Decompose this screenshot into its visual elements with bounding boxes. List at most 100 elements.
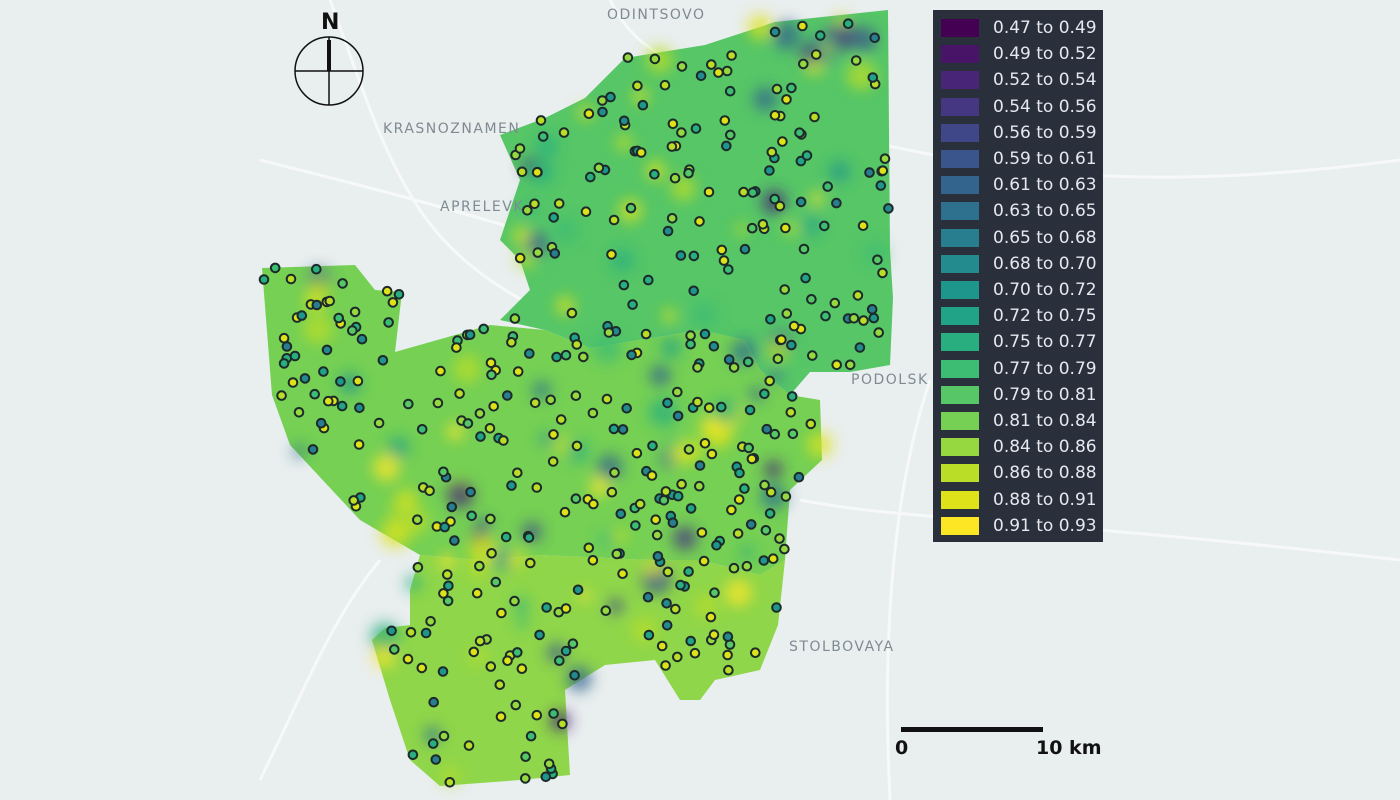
sample-point — [486, 369, 497, 381]
sample-point — [829, 297, 841, 309]
sample-point — [498, 435, 509, 446]
sample-point — [726, 504, 737, 516]
interpolation-spot — [764, 460, 783, 479]
sample-point — [402, 653, 414, 665]
sample-point — [798, 58, 809, 70]
legend-label: 0.61 to 0.63 — [993, 175, 1097, 196]
sample-point — [466, 510, 478, 522]
sample-point — [615, 508, 627, 520]
interpolation-spot — [512, 226, 531, 245]
sample-point — [269, 262, 281, 274]
sample-point — [672, 386, 683, 398]
scale-bar-end-label: 10 km — [1036, 737, 1102, 759]
sample-point — [618, 115, 630, 127]
sample-point — [307, 444, 319, 455]
sample-point — [831, 197, 842, 209]
sample-point — [765, 486, 777, 498]
sample-point — [490, 576, 502, 588]
interpolation-spot — [453, 355, 481, 383]
sample-point — [695, 70, 707, 82]
sample-point — [454, 388, 465, 399]
sample-point — [543, 758, 555, 770]
interpolation-spot — [506, 549, 526, 568]
sample-point — [548, 212, 560, 223]
sample-point — [428, 696, 440, 708]
sample-point — [676, 478, 687, 490]
sample-point — [698, 555, 710, 567]
sample-point — [642, 591, 654, 603]
map-canvas[interactable] — [0, 0, 1400, 800]
sample-point — [810, 49, 822, 60]
sample-point — [670, 603, 681, 615]
sample-point — [764, 375, 776, 387]
sample-point — [558, 127, 570, 138]
sample-point — [611, 548, 623, 560]
sample-point — [699, 438, 711, 449]
map-view[interactable]: ODINTSOVO KRASNOZNAMEN APRELEVK PODOLSK … — [0, 0, 1400, 800]
sample-point — [634, 498, 646, 510]
sample-point — [777, 136, 788, 147]
sample-point — [857, 220, 869, 231]
sample-point — [877, 165, 889, 176]
sample-point — [506, 480, 517, 491]
interpolation-spot — [660, 337, 682, 359]
sample-point — [348, 495, 360, 506]
legend-row: 0.49 to 0.52 — [933, 41, 1103, 67]
sample-point — [287, 377, 299, 388]
sample-point — [649, 169, 660, 180]
sample-point — [514, 143, 526, 154]
sample-point — [500, 531, 512, 543]
sample-point — [760, 525, 772, 536]
sample-point — [659, 79, 671, 91]
sample-point — [780, 222, 791, 234]
legend-label: 0.59 to 0.61 — [993, 149, 1097, 169]
sample-point — [844, 359, 856, 371]
legend-label: 0.72 to 0.75 — [993, 306, 1097, 327]
sample-point — [571, 440, 583, 452]
sample-point — [393, 289, 405, 300]
interpolation-spot — [303, 314, 334, 345]
sample-point — [718, 255, 730, 266]
sample-point — [560, 645, 572, 657]
legend-row: 0.77 to 0.79 — [933, 356, 1103, 382]
sample-point — [666, 141, 678, 152]
sample-point — [625, 202, 637, 214]
sample-point — [820, 310, 831, 322]
sample-point — [689, 647, 701, 659]
interpolation-spot — [566, 665, 592, 692]
interpolation-spot — [389, 501, 405, 517]
sample-point — [683, 167, 694, 179]
sample-point — [733, 494, 745, 505]
sample-point — [600, 605, 612, 617]
sample-point — [296, 310, 308, 321]
legend-label: 0.84 to 0.86 — [993, 437, 1097, 458]
place-label-stolbovaya: STOLBOVAYA — [789, 639, 895, 655]
sample-point — [597, 106, 608, 118]
sample-point — [685, 338, 696, 350]
sample-point — [711, 540, 722, 551]
legend-row: 0.79 to 0.81 — [933, 382, 1103, 408]
sample-point — [289, 350, 301, 362]
sample-point — [356, 333, 368, 345]
legend-row: 0.68 to 0.70 — [933, 251, 1103, 277]
sample-point — [534, 629, 545, 641]
legend-row: 0.54 to 0.56 — [933, 94, 1103, 120]
sample-point — [583, 542, 595, 554]
sample-point — [309, 388, 321, 400]
sample-point — [662, 397, 673, 409]
sample-point — [617, 568, 628, 580]
sample-point — [585, 171, 596, 183]
sample-point — [420, 627, 432, 639]
legend-label: 0.91 to 0.93 — [993, 515, 1097, 536]
sample-point — [617, 424, 629, 435]
sample-point — [475, 431, 486, 442]
sample-point — [771, 83, 783, 95]
sample-point — [676, 127, 687, 138]
sample-point — [381, 285, 393, 297]
sample-point — [468, 646, 480, 658]
sample-point — [864, 167, 875, 178]
legend-swatch — [941, 202, 979, 221]
sample-point — [474, 560, 485, 572]
sample-point — [688, 250, 700, 262]
sample-point — [746, 453, 758, 465]
